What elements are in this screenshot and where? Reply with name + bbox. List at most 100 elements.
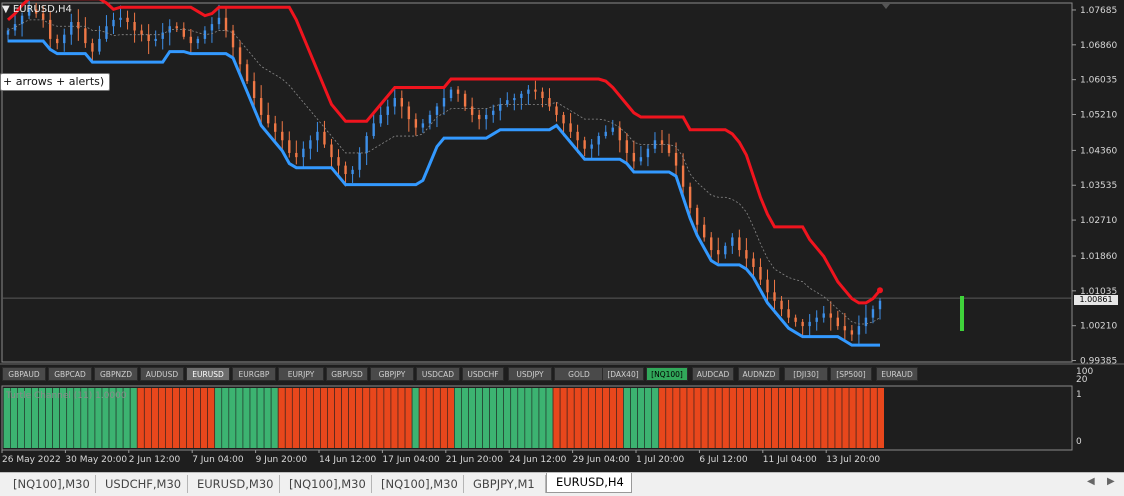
histogram-bar	[672, 388, 680, 448]
tab-scroll-left-icon[interactable]: ◀	[1087, 476, 1095, 487]
time-axis-label: 26 May 2022	[2, 455, 61, 465]
histogram-bar	[235, 388, 243, 448]
candle-body	[259, 98, 263, 115]
histogram-bar	[306, 388, 314, 448]
symbol-button-euraud[interactable]: EURAUD	[876, 367, 918, 381]
tab--nq100--m30[interactable]: [NQ100],M30	[372, 475, 464, 493]
candle-body	[534, 89, 537, 92]
histogram-bar	[580, 388, 588, 448]
symbol-button-gbpusd[interactable]: GBPUSD	[326, 367, 368, 381]
histogram-bar	[221, 388, 229, 448]
tab-scroll-right-icon[interactable]: ▶	[1107, 476, 1115, 487]
candle-body	[421, 123, 425, 128]
symbol-button-gbpnzd[interactable]: GBPNZD	[94, 367, 138, 381]
candle-body	[738, 237, 741, 251]
symbol-button-dax40[interactable]: [DAX40]	[602, 367, 644, 381]
histogram-bar	[616, 388, 624, 448]
price-axis-label: 1.03535	[1080, 181, 1117, 191]
collapse-triangle-icon[interactable]: ▼	[2, 4, 10, 15]
histogram-bar	[186, 388, 194, 448]
candle-body	[196, 38, 200, 44]
symbol-button-eurusd[interactable]: EURUSD	[186, 367, 230, 381]
candle-body	[281, 131, 284, 141]
histogram-bar	[397, 388, 405, 448]
symbol-button-eurjpy[interactable]: EURJPY	[278, 367, 324, 381]
histogram-bar	[284, 388, 292, 448]
symbol-button-usdchf[interactable]: USDCHF	[462, 367, 504, 381]
histogram-bar	[764, 388, 772, 448]
histogram-bar	[291, 388, 300, 448]
histogram-bar	[390, 388, 398, 448]
histogram-bar	[559, 388, 567, 448]
symbol-button-gbpaud[interactable]: GBPAUD	[2, 367, 46, 381]
symbol-button-gbpjpy[interactable]: GBPJPY	[370, 367, 414, 381]
candle-body	[794, 317, 797, 322]
symbol-button-eurgbp[interactable]: EURGBP	[232, 367, 276, 381]
symbol-button-audusd[interactable]: AUDUSD	[140, 367, 184, 381]
tab--nq100--m30[interactable]: [NQ100],M30	[4, 475, 96, 493]
candle-body	[499, 104, 502, 111]
histogram-bar	[461, 388, 469, 448]
time-axis-label: 30 May 20:00	[65, 455, 127, 465]
symbol-button-usdjpy[interactable]: USDJPY	[508, 367, 552, 381]
indicator-tooltip: + arrows + alerts)	[0, 73, 111, 91]
candle-body	[548, 98, 551, 107]
symbol-button-usdcad[interactable]: USDCAD	[416, 367, 460, 381]
candle-body	[759, 266, 762, 280]
histogram-bar	[623, 388, 631, 448]
histogram-bar	[855, 388, 863, 448]
histogram-bar	[489, 388, 497, 448]
histogram-bar	[630, 388, 638, 448]
histogram-bar	[341, 388, 349, 448]
chart-canvas[interactable]: 1.07685 1.06860 1.06035 1.05210 1.04360 1.035…	[0, 0, 1124, 472]
histogram-bar	[277, 388, 285, 448]
candle-body	[351, 169, 354, 175]
histogram-bar	[693, 388, 701, 448]
indicator-level-label: 20	[1076, 375, 1088, 385]
candle-body	[442, 98, 446, 107]
symbol-button-audcad[interactable]: AUDCAD	[692, 367, 734, 381]
candle-body	[555, 106, 558, 115]
candle-body	[541, 91, 544, 99]
current-price-box: 1.00861	[1074, 295, 1118, 305]
candle-body	[175, 26, 178, 29]
candle-body	[316, 131, 319, 141]
candle-body	[688, 186, 692, 208]
price-axis-label: 0.99385	[1080, 357, 1117, 367]
histogram-bar	[644, 388, 652, 448]
histogram-bar	[531, 388, 539, 448]
time-axis-label: 29 Jun 04:00	[573, 455, 630, 465]
histogram-bar	[587, 388, 596, 448]
histogram-bar	[658, 388, 666, 448]
symbol-button-sp500[interactable]: [SP500]	[830, 367, 872, 381]
time-axis-label: 13 Jul 20:00	[826, 455, 880, 465]
tab-eurusd-h4[interactable]: EURUSD,H4	[546, 473, 632, 493]
symbol-button-gold[interactable]: GOLD	[554, 367, 604, 381]
symbol-button-gbpcad[interactable]: GBPCAD	[48, 367, 92, 381]
candle-body	[674, 152, 678, 166]
symbol-button-nq100[interactable]: [NQ100]	[646, 367, 688, 381]
histogram-bar	[721, 388, 729, 448]
candle-body	[611, 127, 614, 132]
candle-body	[330, 144, 333, 158]
histogram-bar	[728, 388, 736, 448]
candle-body	[337, 157, 340, 166]
tab-gbpjpy-m1[interactable]: GBPJPY,M1	[464, 475, 546, 493]
tab--nq100--m30[interactable]: [NQ100],M30	[280, 475, 372, 493]
histogram-bar	[771, 388, 779, 448]
tab-eurusd-m30[interactable]: EURUSD,M30	[188, 475, 280, 493]
candle-body	[822, 313, 825, 318]
tab-usdchf-m30[interactable]: USDCHF,M30	[96, 475, 188, 493]
histogram-bar	[348, 388, 356, 448]
price-axis-label: 1.02710	[1080, 216, 1117, 226]
candle-body	[513, 98, 516, 101]
candle-body	[302, 148, 305, 158]
candle-body	[527, 89, 530, 94]
histogram-bar	[517, 388, 525, 448]
candle-body	[520, 93, 523, 99]
candle-body	[84, 28, 87, 44]
candle-body	[98, 38, 101, 52]
candle-body	[400, 98, 404, 107]
symbol-button-dji30[interactable]: [DJI30]	[784, 367, 828, 381]
symbol-button-audnzd[interactable]: AUDNZD	[738, 367, 780, 381]
